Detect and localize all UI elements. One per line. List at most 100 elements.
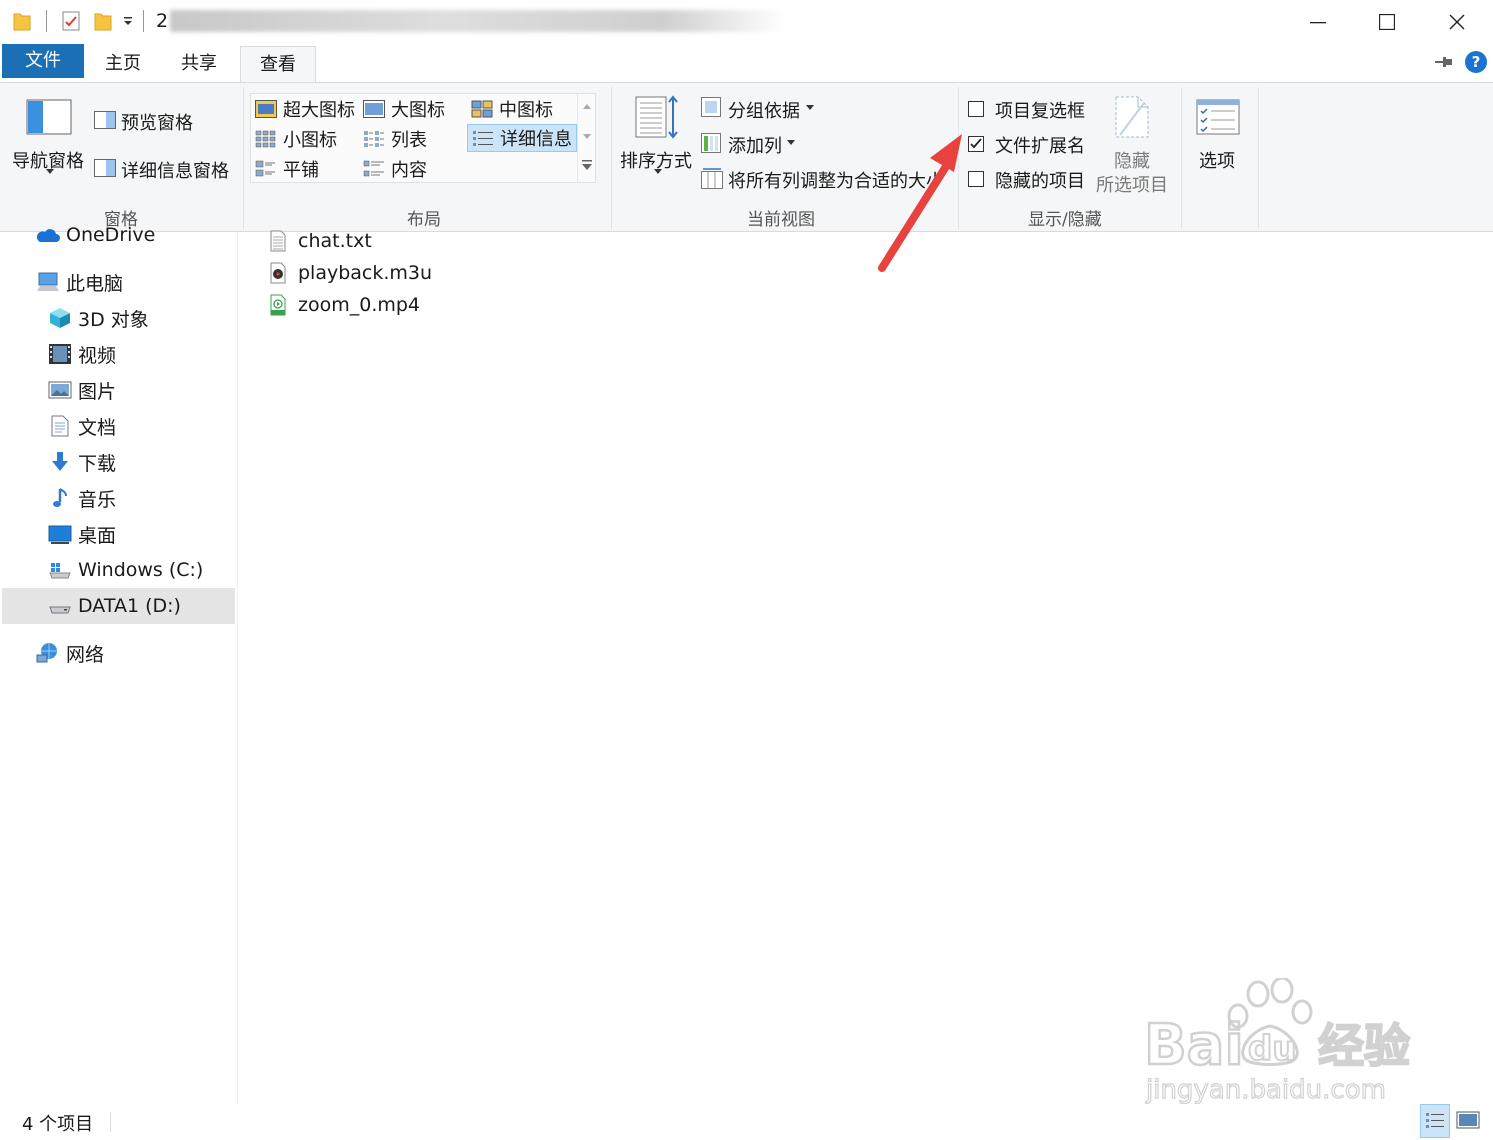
item-count: 4 个项目	[22, 1114, 94, 1135]
nav-item-desktop[interactable]: 桌面	[48, 517, 116, 551]
annotation-arrow-icon	[878, 134, 962, 272]
gallery-scroll[interactable]	[577, 94, 595, 182]
group-separator	[611, 87, 612, 229]
large-icons-view-toggle[interactable]	[1456, 1108, 1482, 1134]
nav-item-music[interactable]: 音乐	[48, 481, 116, 515]
drive-icon	[49, 606, 71, 614]
toolbar-separator	[143, 10, 144, 32]
tab-view[interactable]: 查看	[240, 46, 316, 84]
layout-item-label: 平铺	[283, 160, 319, 181]
group-separator	[1181, 87, 1182, 229]
group-separator	[1258, 87, 1259, 229]
options-icon	[1196, 99, 1240, 135]
chevron-down-icon	[654, 169, 662, 174]
large-icons-icon	[1456, 1111, 1480, 1129]
svg-text:du: du	[1248, 1029, 1297, 1069]
computer-icon	[37, 272, 59, 291]
nav-item-downloads[interactable]: 下载	[48, 445, 116, 479]
hide-selected-label-2: 所选项目	[1096, 175, 1168, 196]
nav-label: OneDrive	[66, 224, 156, 246]
chevron-down-icon[interactable]	[583, 134, 591, 140]
hide-selected-label-1: 隐藏	[1114, 151, 1150, 172]
item-checkboxes-checkbox[interactable]	[968, 101, 984, 117]
system-drive-icon	[49, 563, 71, 579]
file-name: zoom_0.mp4	[298, 294, 421, 316]
nav-item-pictures[interactable]: 图片	[48, 373, 116, 407]
close-button[interactable]	[1422, 0, 1492, 44]
new-folder-icon[interactable]	[93, 10, 113, 32]
large-icons-icon	[363, 100, 385, 118]
close-icon	[1449, 14, 1465, 30]
ribbon-view: 导航窗格 预览窗格 详细信息窗格 窗格 超大图标 大图标 中图标 小图标 列表 …	[0, 82, 1493, 232]
nav-label: 音乐	[78, 488, 117, 511]
navigation-pane-icon	[26, 99, 72, 135]
file-row-playback[interactable]: playback.m3u	[268, 258, 432, 288]
properties-check-icon[interactable]	[61, 10, 81, 32]
nav-item-videos[interactable]: 视频	[48, 337, 116, 371]
nav-item-documents[interactable]: 文档	[48, 409, 116, 443]
nav-item-drive-c[interactable]: Windows (C:)	[48, 553, 203, 587]
nav-label: 视频	[78, 344, 117, 367]
status-bar: 4 个项目	[0, 1104, 1493, 1140]
details-pane-label: 详细信息窗格	[121, 161, 229, 182]
layout-details[interactable]: 详细信息	[467, 124, 577, 152]
status-separator	[110, 1112, 111, 1132]
nav-item-this-pc[interactable]: 此电脑	[36, 265, 123, 299]
extra-large-icons-icon	[255, 100, 277, 118]
layout-large-icons[interactable]: 大图标	[363, 95, 445, 123]
sort-by-icon	[635, 95, 678, 139]
group-by-label: 分组依据	[728, 101, 800, 122]
baidu-watermark-logo: Bai du 经验 jingyan.baidu.com	[1143, 978, 1411, 1104]
layout-item-label: 小图标	[283, 130, 337, 151]
medium-icons-icon	[471, 100, 493, 118]
watermark-url: jingyan.baidu.com	[1145, 1075, 1386, 1104]
group-separator	[243, 87, 244, 229]
tab-share[interactable]: 共享	[168, 46, 230, 82]
nav-item-drive-d[interactable]: DATA1 (D:)	[2, 588, 235, 624]
group-label-current-view: 当前视图	[747, 210, 815, 230]
tab-file[interactable]: 文件	[2, 44, 84, 78]
layout-item-label: 列表	[391, 130, 427, 151]
options-label: 选项	[1199, 151, 1235, 172]
layout-extra-large-icons[interactable]: 超大图标	[255, 95, 355, 123]
details-view-toggle[interactable]	[1420, 1104, 1450, 1138]
maximize-button[interactable]	[1352, 0, 1422, 44]
ribbon-tabs: 文件 主页 共享 查看 ?	[0, 44, 1493, 84]
cloud-icon	[36, 229, 60, 242]
navigation-pane[interactable]: OneDrive 此电脑 3D 对象 视频 图片 文档 下载 音乐 桌面 Win…	[0, 224, 238, 1104]
hide-selected-icon	[1115, 96, 1149, 138]
pin-icon[interactable]	[1434, 54, 1454, 70]
preview-pane-label: 预览窗格	[121, 113, 193, 134]
maximize-icon	[1379, 14, 1395, 30]
nav-label: 文档	[78, 416, 117, 439]
layout-medium-icons[interactable]: 中图标	[471, 95, 553, 123]
picture-icon	[48, 381, 72, 399]
layout-list[interactable]: 列表	[363, 125, 427, 153]
nav-item-network[interactable]: 网络	[36, 636, 104, 670]
details-view-icon	[473, 131, 493, 146]
nav-item-3d-objects[interactable]: 3D 对象	[48, 301, 149, 335]
file-row-zoom[interactable]: zoom_0.mp4	[268, 290, 420, 320]
item-checkboxes-label: 项目复选框	[995, 101, 1085, 122]
nav-item-onedrive[interactable]: OneDrive	[36, 218, 155, 252]
film-icon	[49, 344, 71, 364]
help-icon[interactable]: ?	[1464, 50, 1488, 74]
preview-pane-icon	[94, 111, 116, 129]
file-row-chat[interactable]: chat.txt	[268, 226, 372, 256]
chevron-up-icon[interactable]	[583, 104, 591, 110]
nav-label: 图片	[78, 380, 117, 403]
layout-tiles[interactable]: 平铺	[255, 155, 319, 183]
expand-gallery-icon[interactable]	[582, 160, 592, 170]
window-title: 2	[156, 10, 169, 32]
nav-label: 下载	[78, 452, 117, 475]
layout-item-label: 详细信息	[500, 129, 572, 150]
group-label-show-hide: 显示/隐藏	[1028, 210, 1102, 230]
layout-small-icons[interactable]: 小图标	[255, 125, 337, 153]
minimize-button[interactable]	[1283, 0, 1353, 44]
tab-home[interactable]: 主页	[92, 46, 154, 82]
list-view-icon	[364, 131, 384, 147]
chevron-down-icon[interactable]	[121, 14, 135, 28]
chevron-down-icon	[787, 140, 795, 145]
layout-content[interactable]: 内容	[363, 155, 427, 183]
nav-label: DATA1 (D:)	[78, 595, 181, 617]
